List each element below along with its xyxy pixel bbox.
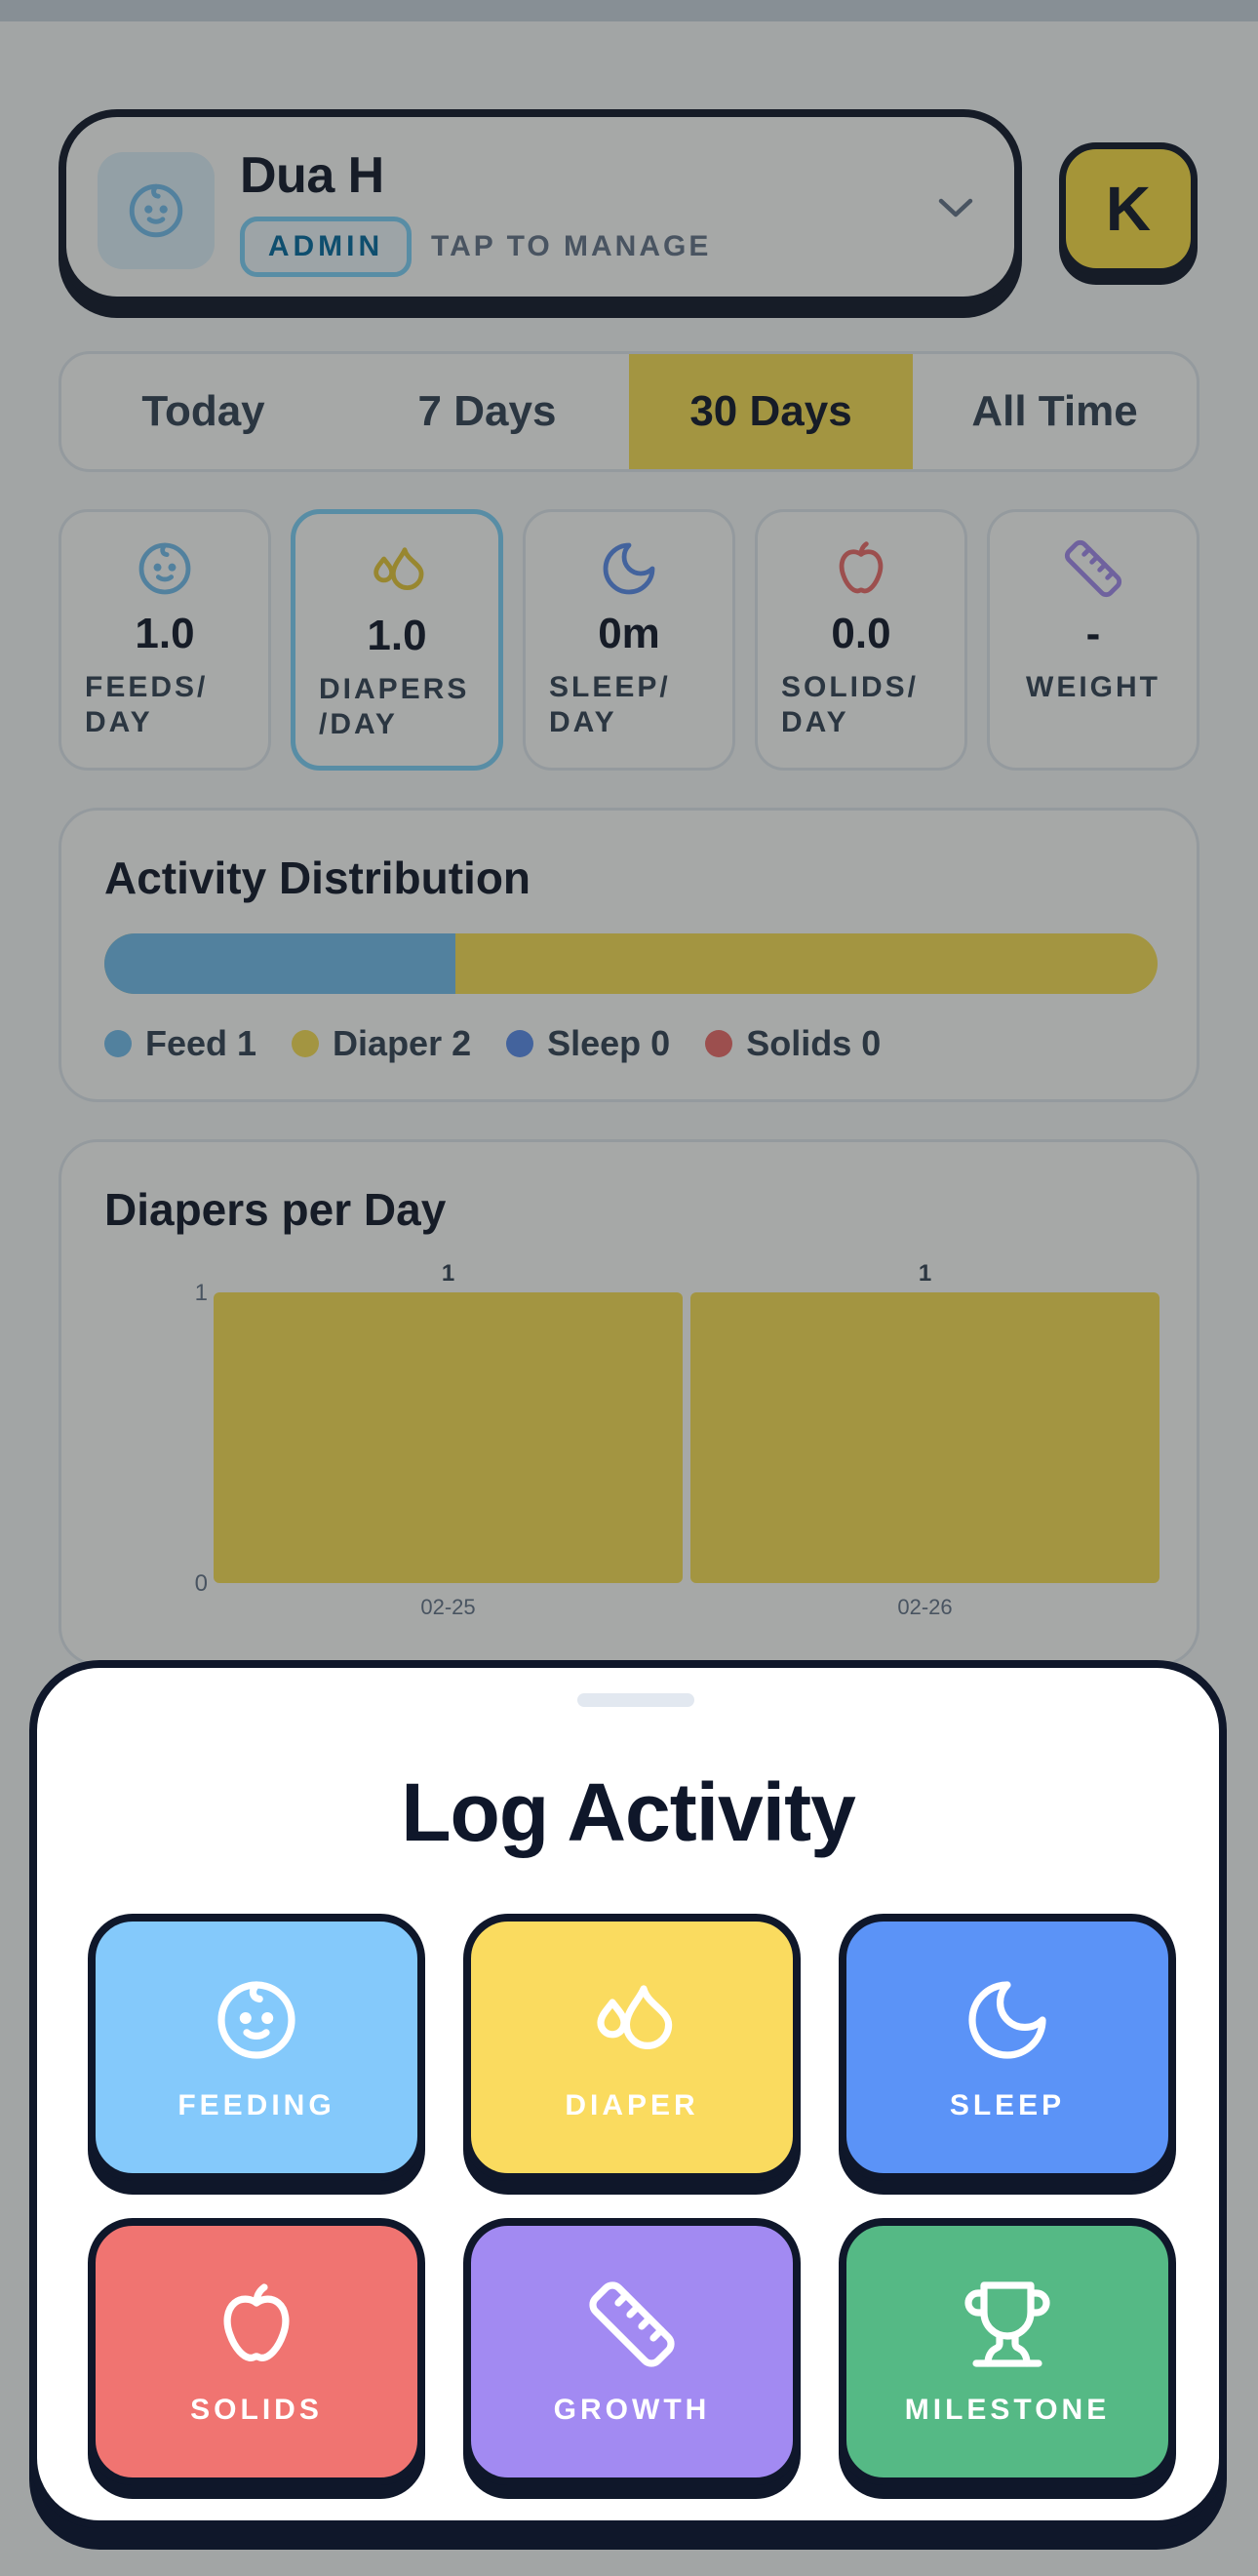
sheet-title: Log Activity <box>401 1766 856 1858</box>
tile-label: GROWTH <box>553 2393 711 2426</box>
feeding-button[interactable]: FEEDING <box>88 1914 425 2181</box>
growth-button[interactable]: GROWTH <box>463 2218 801 2485</box>
ruler-icon <box>585 2278 679 2376</box>
droplets-icon <box>585 1973 679 2072</box>
solids-button[interactable]: SOLIDS <box>88 2218 425 2485</box>
milestone-button[interactable]: MILESTONE <box>839 2218 1176 2485</box>
tile-label: SLEEP <box>949 2088 1066 2121</box>
sheet-handle[interactable] <box>577 1693 694 1707</box>
tile-label: DIAPER <box>565 2088 699 2121</box>
tile-label: MILESTONE <box>904 2393 1111 2426</box>
moon-icon <box>961 1973 1054 2072</box>
baby-face-icon <box>210 1973 303 2072</box>
sleep-button[interactable]: SLEEP <box>839 1914 1176 2181</box>
trophy-icon <box>961 2278 1054 2376</box>
log-activity-sheet: Log Activity FEEDING DIAPER SLEEP SOLIDS… <box>29 1660 1227 2528</box>
diaper-button[interactable]: DIAPER <box>463 1914 801 2181</box>
app-page: Dua H ADMIN TAP TO MANAGE K Today 7 Days… <box>0 0 1258 2576</box>
tile-label: SOLIDS <box>190 2393 323 2426</box>
apple-icon <box>210 2278 303 2376</box>
tile-label: FEEDING <box>177 2088 335 2121</box>
